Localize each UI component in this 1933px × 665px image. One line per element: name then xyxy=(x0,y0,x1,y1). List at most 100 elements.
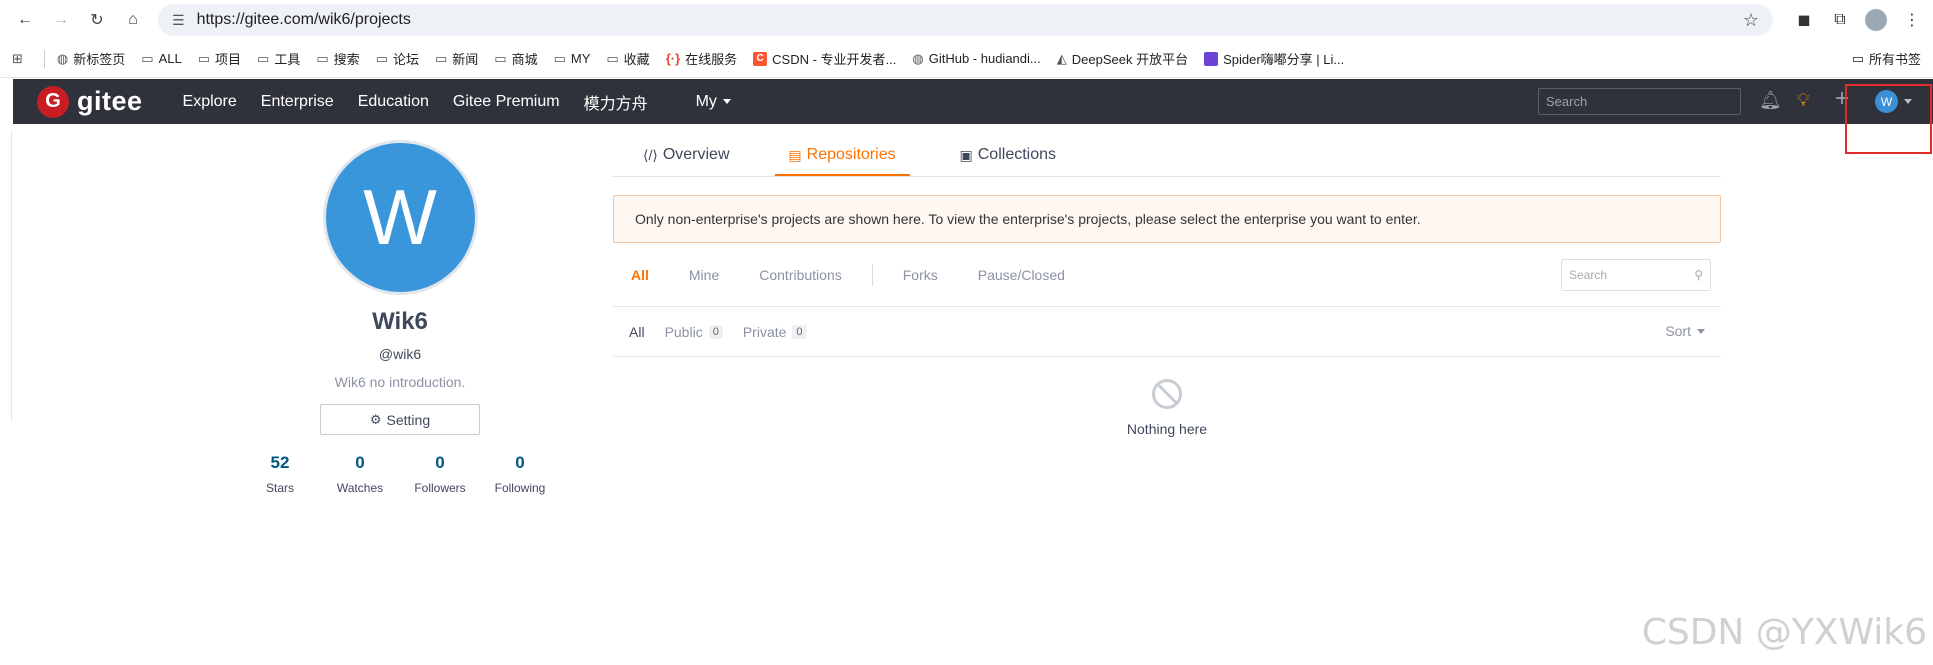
bookmark-item[interactable]: ◍ GitHub - hudiandi... xyxy=(912,51,1040,67)
stat-number: 0 xyxy=(355,453,365,472)
type-all[interactable]: All xyxy=(629,324,645,340)
bell-icon[interactable]: 🔔︎ xyxy=(1759,90,1782,111)
stat-number: 52 xyxy=(270,453,290,472)
profile-avatar[interactable]: W xyxy=(322,140,478,295)
empty-text: Nothing here xyxy=(1126,421,1208,437)
profile-handle: @wik6 xyxy=(378,346,422,362)
notice-banner: Only non-enterprise's projects are shown… xyxy=(613,195,1721,243)
type-label: Private xyxy=(742,323,787,340)
all-bookmarks-label: 所有书签 xyxy=(1868,52,1921,67)
github-icon: ◍ xyxy=(912,50,924,66)
bookmark-item[interactable]: ▭ 项目 xyxy=(198,49,241,68)
bookmark-item[interactable]: ▭ 收藏 xyxy=(606,49,649,68)
bookmark-label: ALL xyxy=(158,51,182,66)
gitee-logo[interactable]: G gitee xyxy=(37,85,143,118)
stat-stars[interactable]: 52 Stars xyxy=(240,453,320,495)
back-icon[interactable]: ← xyxy=(10,5,40,35)
bookmark-item[interactable]: {·} 在线服务 xyxy=(666,49,737,68)
profile-stats: 52 Stars 0 Watches 0 Followers 0 Followi… xyxy=(240,453,560,495)
profile-tabs: ⟨/⟩ Overview ▤ Repositories ▣ Collection… xyxy=(613,138,1721,177)
folder-icon: ▭ xyxy=(375,50,388,66)
bookmark-item[interactable]: ⊞ xyxy=(12,51,28,67)
bookmark-item[interactable]: C CSDN - 专业开发者... xyxy=(753,49,896,68)
bookmark-item[interactable]: ▭ 新闻 xyxy=(435,49,478,68)
type-label: All xyxy=(629,323,645,340)
bookmark-label: 搜索 xyxy=(333,52,360,67)
bookmark-item[interactable]: ◍ 新标签页 xyxy=(57,49,125,68)
gitee-logo-icon: G xyxy=(37,85,69,118)
main-content: ⟨/⟩ Overview ▤ Repositories ▣ Collection… xyxy=(613,138,1721,437)
tab-repositories[interactable]: ▤ Repositories xyxy=(774,146,910,176)
type-private[interactable]: Private 0 xyxy=(743,324,807,340)
stat-label: Following xyxy=(494,481,546,495)
all-bookmarks[interactable]: ▭ 所有书签 xyxy=(1852,49,1921,68)
bookmark-item[interactable]: Spider嗨嘟分享 | Li... xyxy=(1204,49,1344,68)
forward-icon[interactable]: → xyxy=(46,5,76,35)
tab-collections[interactable]: ▣ Collections xyxy=(960,146,1057,176)
extension-icon[interactable]: ◼ xyxy=(1793,9,1815,31)
filter-contributions[interactable]: Contributions xyxy=(759,267,842,283)
bookmark-label: 商城 xyxy=(511,52,538,67)
folder-icon: ▭ xyxy=(494,50,507,66)
profile-sidebar: W Wik6 @wik6 Wik6 no introduction. ⚙ Set… xyxy=(240,140,560,495)
bookmark-item[interactable]: ▭ 搜索 xyxy=(316,49,359,68)
filter-all[interactable]: All xyxy=(631,267,649,283)
filter-pause-closed[interactable]: Pause/Closed xyxy=(978,267,1065,283)
stat-label: Stars xyxy=(265,481,294,495)
bookmark-item[interactable]: ▭ MY xyxy=(554,51,591,67)
type-public[interactable]: Public 0 xyxy=(665,324,723,340)
left-scroll-edge xyxy=(0,130,12,422)
extensions-puzzle-icon[interactable]: ⧉ xyxy=(1829,9,1851,31)
tab-overview[interactable]: ⟨/⟩ Overview xyxy=(643,146,730,176)
folder-icon: ▭ xyxy=(257,50,270,66)
browser-profile-avatar[interactable] xyxy=(1865,9,1887,31)
chevron-down-icon xyxy=(722,99,731,104)
filter-divider xyxy=(871,263,873,286)
header-search-input[interactable]: Search xyxy=(1538,88,1741,115)
bookmark-item[interactable]: ◭ DeepSeek 开放平台 xyxy=(1057,49,1188,68)
repo-type-bar: All Public 0 Private 0 Sort xyxy=(613,307,1721,357)
bookmark-item[interactable]: ▭ ALL xyxy=(141,51,181,67)
nav-explore[interactable]: Explore xyxy=(183,93,237,111)
folder-icon: ▭ xyxy=(606,50,619,66)
annotation-highlight-box xyxy=(1845,84,1932,154)
site-info-icon[interactable]: ☰ xyxy=(172,12,185,29)
bookmarks-bar: ⊞ ◍ 新标签页 ▭ ALL ▭ 项目 ▭ 工具 ▭ 搜索 ▭ 论坛 ▭ 新闻 ▭ 商城 ▭ MY ▭ 收藏 {·} 在线服… xyxy=(0,40,1933,78)
url-text[interactable]: https://gitee.com/wik6/projects xyxy=(197,11,1743,29)
filter-mine[interactable]: Mine xyxy=(689,267,719,283)
bookmark-label: 收藏 xyxy=(623,52,650,67)
folder-icon: ▭ xyxy=(434,50,448,66)
repo-search-input[interactable]: Search ⚲ xyxy=(1561,259,1711,291)
stat-watches[interactable]: 0 Watches xyxy=(320,453,400,495)
nav-moli-fangzhou[interactable]: 模力方舟 xyxy=(584,90,648,114)
home-icon[interactable]: ⌂ xyxy=(118,5,148,35)
tab-label: Overview xyxy=(662,146,730,163)
bookmark-item[interactable]: ▭ 商城 xyxy=(494,49,537,68)
reload-icon[interactable]: ↻ xyxy=(82,5,112,35)
setting-button[interactable]: ⚙ Setting xyxy=(320,404,480,435)
code-icon: ⟨/⟩ xyxy=(643,146,658,163)
bookmark-label: 在线服务 xyxy=(685,52,738,67)
stat-number: 0 xyxy=(515,453,525,472)
address-bar[interactable]: ☰ https://gitee.com/wik6/projects ☆ xyxy=(158,4,1773,36)
nav-my-dropdown[interactable]: My xyxy=(696,93,731,111)
bookmark-item[interactable]: ▭ 论坛 xyxy=(376,49,419,68)
nav-gitee-premium[interactable]: Gitee Premium xyxy=(453,93,560,111)
bookmark-label: 论坛 xyxy=(392,52,419,67)
stat-followers[interactable]: 0 Followers xyxy=(400,453,480,495)
browser-menu-icon[interactable]: ⋮ xyxy=(1901,9,1923,31)
lightbulb-icon[interactable]: 💡︎ xyxy=(1797,90,1810,111)
folder-icon: ▭ xyxy=(553,50,566,66)
sort-dropdown[interactable]: Sort xyxy=(1665,323,1705,339)
nav-enterprise[interactable]: Enterprise xyxy=(261,93,334,111)
filter-forks[interactable]: Forks xyxy=(903,267,938,283)
bookmark-star-icon[interactable]: ☆ xyxy=(1743,10,1759,31)
search-icon[interactable]: ⚲ xyxy=(1694,268,1703,282)
stat-following[interactable]: 0 Following xyxy=(480,453,560,495)
folder-icon: ▭ xyxy=(316,50,329,66)
collection-icon: ▣ xyxy=(959,146,973,163)
bookmark-item[interactable]: ▭ 工具 xyxy=(257,49,300,68)
nav-education[interactable]: Education xyxy=(358,93,429,111)
spider-icon xyxy=(1204,51,1219,66)
folder-icon: ▭ xyxy=(197,50,210,66)
